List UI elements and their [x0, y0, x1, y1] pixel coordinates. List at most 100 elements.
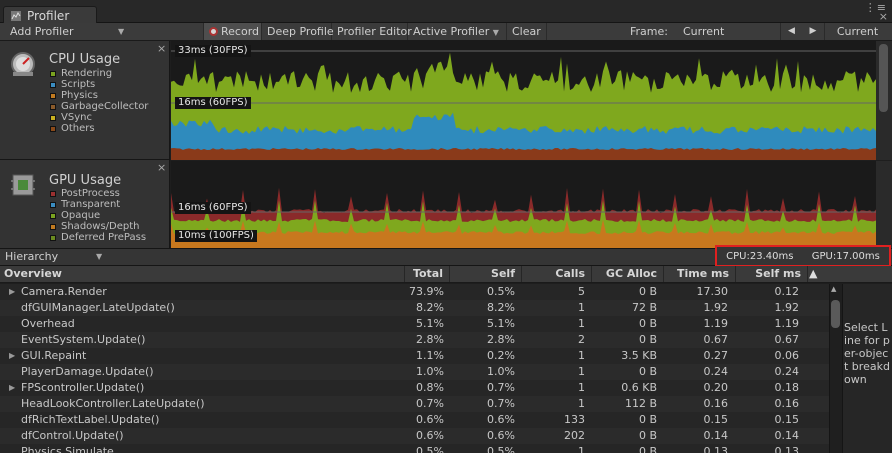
expand-arrow-icon[interactable]: ▶: [9, 284, 15, 300]
gpu-legend-item[interactable]: Transparent: [50, 199, 146, 210]
gpu-usage-panel[interactable]: GPU Usage × PostProcess Transparent Opaque…: [0, 160, 170, 248]
table-row[interactable]: dfRichTextLabel.Update() 0.6% 0.6% 133 0 B 0.…: [0, 412, 829, 428]
row-selfms: 0.24: [774, 365, 800, 378]
column-header-gc-alloc[interactable]: GC Alloc: [592, 266, 664, 282]
column-header-self[interactable]: Self: [450, 266, 522, 282]
row-self: 0.7%: [487, 381, 515, 394]
column-header-time-ms[interactable]: Time ms: [664, 266, 736, 282]
row-total: 0.6%: [416, 413, 444, 426]
expand-arrow-icon[interactable]: ▶: [9, 348, 15, 364]
cpu-legend-item[interactable]: Physics: [50, 90, 148, 101]
gpu-legend-item[interactable]: Opaque: [50, 210, 146, 221]
active-profiler-dropdown[interactable]: Active Profiler ▼: [408, 23, 507, 40]
profiler-editor-button[interactable]: Profiler Editor: [332, 23, 412, 40]
table-row[interactable]: HeadLookController.LateUpdate() 0.7% 0.7% 1…: [0, 396, 829, 412]
cpu-legend-item[interactable]: VSync: [50, 112, 148, 123]
column-header-calls[interactable]: Calls: [522, 266, 592, 282]
row-time: 0.13: [703, 445, 729, 453]
row-total: 1.1%: [416, 349, 444, 362]
gpu-usage-chart[interactable]: 16ms (60FPS) 10ms (100FPS): [171, 161, 876, 248]
row-time: 0.27: [703, 349, 729, 362]
current-frame-button[interactable]: Current: [824, 23, 890, 40]
row-selfms: 0.14: [774, 429, 800, 442]
row-calls: 1: [578, 445, 585, 453]
table-row[interactable]: ▶ GUI.Repaint 1.1% 0.2% 1 3.5 KB 0.27 0.06: [0, 348, 829, 364]
row-name: dfRichTextLabel.Update(): [21, 413, 160, 426]
row-self: 0.5%: [487, 285, 515, 298]
row-total: 0.6%: [416, 429, 444, 442]
row-selfms: 0.12: [774, 285, 800, 298]
table-row[interactable]: EventSystem.Update() 2.8% 2.8% 2 0 B 0.67 0.67: [0, 332, 829, 348]
row-total: 0.7%: [416, 397, 444, 410]
dropdown-arrow-icon: ▼: [96, 252, 103, 261]
table-row[interactable]: dfGUIManager.LateUpdate() 8.2% 8.2% 1 72 B 1.…: [0, 300, 829, 316]
hierarchy-dropdown[interactable]: Hierarchy: [5, 250, 58, 263]
record-button[interactable]: Record: [203, 23, 262, 40]
legend-label: Opaque: [61, 210, 101, 221]
table-row[interactable]: dfControl.Update() 0.6% 0.6% 202 0 B 0.14 0.14: [0, 428, 829, 444]
legend-swatch: [50, 103, 56, 110]
cpu-legend-item[interactable]: GarbageCollector: [50, 101, 148, 112]
record-icon: [209, 27, 218, 36]
frame-timing-box: CPU:23.40ms GPU:17.00ms: [715, 245, 891, 267]
column-header-overview[interactable]: Overview: [0, 266, 405, 282]
row-total: 0.5%: [416, 445, 444, 453]
add-profiler-dropdown[interactable]: Add Profiler: [10, 23, 74, 40]
gpu-legend-item[interactable]: PostProcess: [50, 188, 146, 199]
gpu-legend-item[interactable]: Shadows/Depth: [50, 221, 146, 232]
table-row[interactable]: ▶ FPScontroller.Update() 0.8% 0.7% 1 0.6 KB 0.…: [0, 380, 829, 396]
cpu-legend-item[interactable]: Scripts: [50, 79, 148, 90]
row-name: EventSystem.Update(): [21, 333, 146, 346]
gpu-legend-item[interactable]: Deferred PrePass: [50, 232, 146, 243]
cpu-60fps-marker-label: 16ms (60FPS): [175, 97, 251, 109]
close-icon[interactable]: ×: [879, 10, 888, 23]
expand-arrow-icon[interactable]: ▶: [9, 380, 15, 396]
deep-profile-button[interactable]: Deep Profile: [262, 23, 334, 40]
scroll-up-icon[interactable]: ▲: [831, 285, 836, 293]
row-time: 0.14: [703, 429, 729, 442]
row-calls: 1: [578, 397, 585, 410]
legend-label: VSync: [61, 112, 92, 123]
close-icon[interactable]: ×: [157, 42, 166, 55]
row-name: PlayerDamage.Update(): [21, 365, 154, 378]
chart-scrollbar[interactable]: [876, 161, 892, 248]
tab-profiler[interactable]: Profiler: [3, 6, 97, 24]
table-scrollbar-thumb[interactable]: [831, 300, 840, 328]
cpu-usage-panel[interactable]: CPU Usage × Rendering Scripts Physics Garba…: [0, 41, 170, 160]
row-selfms: 1.19: [774, 317, 800, 330]
legend-swatch: [50, 190, 56, 197]
row-name: Overhead: [21, 317, 75, 330]
row-time: 0.67: [703, 333, 729, 346]
column-header-total[interactable]: Total: [405, 266, 450, 282]
sort-ascending-icon[interactable]: ▲: [809, 267, 817, 280]
row-time: 0.15: [703, 413, 729, 426]
row-gc: 3.5 KB: [621, 349, 657, 362]
table-row[interactable]: ▶ Camera.Render 73.9% 0.5% 5 0 B 17.30 0.12: [0, 284, 829, 300]
clear-button[interactable]: Clear: [507, 23, 547, 40]
row-gc: 0.6 KB: [621, 381, 657, 394]
row-time: 0.24: [703, 365, 729, 378]
column-header-self-ms[interactable]: Self ms: [736, 266, 808, 282]
chart-scrollbar-thumb[interactable]: [879, 44, 888, 112]
record-label: Record: [221, 25, 260, 38]
row-gc: 112 B: [624, 397, 657, 410]
row-time: 0.20: [703, 381, 729, 394]
close-icon[interactable]: ×: [157, 161, 166, 174]
cpu-usage-chart[interactable]: 33ms (30FPS) 16ms (60FPS): [171, 41, 876, 161]
cpu-legend-item[interactable]: Rendering: [50, 68, 148, 79]
legend-label: Deferred PrePass: [61, 232, 147, 243]
legend-swatch: [50, 114, 56, 121]
table-row[interactable]: Physics.Simulate 0.5% 0.5% 1 0 B 0.13 0.13: [0, 444, 829, 453]
table-row[interactable]: PlayerDamage.Update() 1.0% 1.0% 1 0 B 0.24 0.2…: [0, 364, 829, 380]
next-frame-icon[interactable]: ▶: [802, 23, 824, 40]
row-self: 8.2%: [487, 301, 515, 314]
previous-frame-icon[interactable]: ◀: [780, 23, 802, 40]
row-gc: 0 B: [638, 413, 657, 426]
cpu-legend-item[interactable]: Others: [50, 123, 148, 134]
row-self: 5.1%: [487, 317, 515, 330]
profiler-toolbar: Add Profiler ▼ Record Deep Profile Profi…: [0, 23, 892, 41]
row-name: HeadLookController.LateUpdate(): [21, 397, 205, 410]
legend-label: PostProcess: [61, 188, 120, 199]
legend-swatch: [50, 234, 56, 241]
table-row[interactable]: Overhead 5.1% 5.1% 1 0 B 1.19 1.19: [0, 316, 829, 332]
